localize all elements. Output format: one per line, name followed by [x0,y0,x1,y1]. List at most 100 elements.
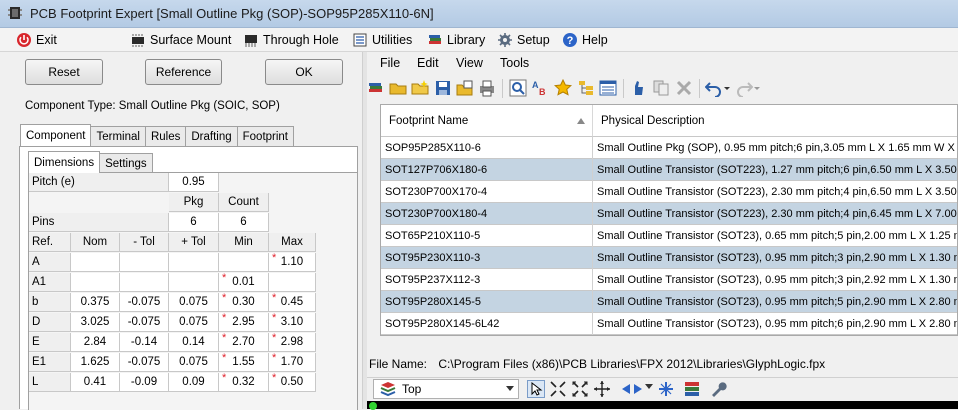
menu-tools[interactable]: Tools [500,56,529,70]
zoom-out-icon[interactable] [571,380,589,398]
column-header-footprint-name[interactable]: Footprint Name [381,105,593,137]
dim-min-cell[interactable]: * 0.32 [219,373,269,392]
layer-stack-icon[interactable] [683,380,701,398]
dim-nom-cell[interactable] [71,253,120,272]
dim-min-cell[interactable]: * 2.95 [219,313,269,332]
footprint-name-cell[interactable]: SOT95P237X112-3 [381,269,593,291]
undo-dropdown-icon[interactable] [723,79,731,97]
undo-icon[interactable] [705,79,723,97]
dim-nom-cell[interactable]: 1.625 [71,353,120,372]
column-header-physical-description[interactable]: Physical Description [593,105,957,137]
physical-description-cell[interactable]: Small Outline Transistor (SOT23), 0.95 m… [593,313,957,335]
layer-select[interactable]: Top [373,379,519,399]
replace-icon[interactable]: AB [531,79,549,97]
physical-description-cell[interactable]: Small Outline Transistor (SOT223), 2.30 … [593,203,957,225]
dim-mtol-cell[interactable]: -0.075 [120,313,169,332]
footprint-name-cell[interactable]: SOP95P285X110-6 [381,137,593,159]
footprint-row[interactable]: SOT95P280X145-6L42 Small Outline Transist… [381,313,957,335]
pan-icon[interactable] [593,380,611,398]
physical-description-cell[interactable]: Small Outline Transistor (SOT23), 0.95 m… [593,247,957,269]
physical-description-cell[interactable]: Small Outline Transistor (SOT223), 1.27 … [593,159,957,181]
menu-edit[interactable]: Edit [417,56,439,70]
grid-snap-icon[interactable] [657,380,675,398]
ok-button[interactable]: OK [265,59,343,85]
dim-max-cell[interactable]: * 0.45 [269,293,316,312]
menu-exit[interactable]: Exit [16,32,57,48]
physical-description-cell[interactable]: Small Outline Transistor (SOT23), 0.95 m… [593,291,957,313]
physical-description-cell[interactable]: Small Outline Pkg (SOP), 0.95 mm pitch;6… [593,137,957,159]
footprint-name-cell[interactable]: SOT230P700X170-4 [381,181,593,203]
dim-ptol-cell[interactable] [169,253,219,272]
menu-help[interactable]: ? Help [562,32,608,48]
tab-drafting[interactable]: Drafting [185,126,238,146]
dim-min-cell[interactable]: * 2.70 [219,333,269,352]
footprint-row[interactable]: SOT127P706X180-6 Small Outline Transistor… [381,159,957,181]
redo-dropdown-icon[interactable] [753,79,761,97]
pitch-value[interactable]: 0.95 [169,173,219,192]
dim-min-cell[interactable]: * 1.55 [219,353,269,372]
dim-max-cell[interactable]: * 1.70 [269,353,316,372]
footprint-row[interactable]: SOT95P280X145-5 Small Outline Transistor … [381,291,957,313]
open-folder-icon[interactable] [389,79,407,97]
dim-ptol-cell[interactable]: 0.09 [169,373,219,392]
dim-mtol-cell[interactable]: -0.075 [120,353,169,372]
measure-icon[interactable] [621,380,643,398]
new-folder-icon[interactable] [411,79,429,97]
dim-max-cell[interactable]: * 1.10 [269,253,316,272]
export-icon[interactable] [456,79,474,97]
footprint-row[interactable]: SOT95P237X112-3 Small Outline Transistor … [381,269,957,291]
wrench-icon[interactable] [709,380,727,398]
dim-ptol-cell[interactable]: 0.075 [169,293,219,312]
menu-through-hole[interactable]: Through Hole [243,32,339,48]
dim-ptol-cell[interactable] [169,273,219,292]
redo-icon[interactable] [735,79,753,97]
dim-min-cell[interactable]: * 0.01 [219,273,269,292]
dim-max-cell[interactable]: * 3.10 [269,313,316,332]
tab-terminal[interactable]: Terminal [90,126,146,146]
footprint-row[interactable]: SOP95P285X110-6 Small Outline Pkg (SOP), … [381,137,957,159]
menu-view[interactable]: View [456,56,483,70]
tab-dimensions[interactable]: Dimensions [28,151,101,173]
delete-icon[interactable] [675,79,693,97]
menu-setup[interactable]: Setup [497,32,550,48]
footprint-name-cell[interactable]: SOT95P230X110-3 [381,247,593,269]
dim-max-cell[interactable]: * 2.98 [269,333,316,352]
pins-pkg-value[interactable]: 6 [169,213,219,232]
dim-ptol-cell[interactable]: 0.14 [169,333,219,352]
dim-mtol-cell[interactable]: -0.09 [120,373,169,392]
dim-min-cell[interactable] [219,253,269,272]
dim-mtol-cell[interactable]: -0.075 [120,293,169,312]
tab-footprint[interactable]: Footprint [236,126,295,146]
menu-utilities[interactable]: Utilities [352,32,412,48]
dim-nom-cell[interactable] [71,273,120,292]
tab-component[interactable]: Component [20,124,92,146]
save-icon[interactable] [434,79,452,97]
dim-mtol-cell[interactable] [120,253,169,272]
measure-dropdown-icon[interactable] [645,383,653,391]
footprint-row[interactable]: SOT230P700X170-4 Small Outline Transistor… [381,181,957,203]
dim-nom-cell[interactable]: 2.84 [71,333,120,352]
dim-min-cell[interactable]: * 0.30 [219,293,269,312]
select-cursor-icon[interactable] [527,380,545,398]
tree-view-icon[interactable] [577,79,595,97]
tab-rules[interactable]: Rules [144,126,187,146]
footprint-row[interactable]: SOT65P210X110-5 Small Outline Transistor … [381,225,957,247]
menu-library[interactable]: Library [427,32,485,48]
print-icon[interactable] [478,79,496,97]
find-icon[interactable] [509,79,527,97]
library-icon[interactable] [367,79,385,97]
dim-nom-cell[interactable]: 0.41 [71,373,120,392]
footprint-name-cell[interactable]: SOT230P700X180-4 [381,203,593,225]
footprint-name-cell[interactable]: SOT95P280X145-5 [381,291,593,313]
copy-icon[interactable] [652,79,670,97]
hand-icon[interactable] [629,79,647,97]
physical-description-cell[interactable]: Small Outline Transistor (SOT23), 0.65 m… [593,225,957,247]
zoom-in-icon[interactable] [549,380,567,398]
dim-max-cell[interactable] [269,273,316,292]
list-view-icon[interactable] [599,79,617,97]
menu-surface-mount[interactable]: Surface Mount [130,32,231,48]
reset-button[interactable]: Reset [25,59,103,85]
footprint-name-cell[interactable]: SOT127P706X180-6 [381,159,593,181]
menu-file[interactable]: File [380,56,400,70]
physical-description-cell[interactable]: Small Outline Transistor (SOT223), 2.30 … [593,181,957,203]
